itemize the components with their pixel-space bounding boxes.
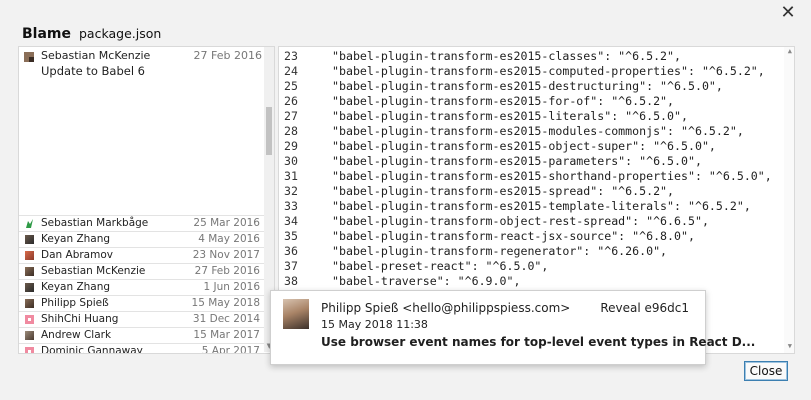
avatar-icon xyxy=(25,331,34,340)
blame-date: 1 Jun 2016 xyxy=(203,281,260,293)
line-number: 30 xyxy=(284,154,298,168)
blame-date: 31 Dec 2014 xyxy=(192,313,260,325)
reveal-commit-link[interactable]: Reveal e96dc1 xyxy=(600,301,689,315)
code-text: "babel-plugin-transform-object-rest-spre… xyxy=(332,214,709,228)
dialog-title-label: Blame xyxy=(22,26,71,42)
blame-date: 4 May 2016 xyxy=(198,233,260,245)
code-scrollbar[interactable]: ▲ ▼ xyxy=(784,47,794,353)
commit-message: Update to Babel 6 xyxy=(41,64,145,78)
code-text: "babel-plugin-transform-es2015-template-… xyxy=(332,199,751,213)
commit-date: 27 Feb 2016 xyxy=(193,49,262,62)
blame-date: 15 May 2018 xyxy=(191,297,260,309)
blame-row[interactable]: Sebastian McKenzie 27 Feb 2016 xyxy=(19,263,264,279)
code-text: "babel-plugin-transform-es2015-spread": … xyxy=(332,184,675,198)
line-number: 34 xyxy=(284,214,298,228)
avatar-icon xyxy=(25,315,34,324)
blame-row[interactable]: Keyan Zhang 1 Jun 2016 xyxy=(19,279,264,295)
blame-date: 15 Mar 2017 xyxy=(193,329,260,341)
line-number: 31 xyxy=(284,169,298,183)
close-button[interactable]: Close xyxy=(744,361,788,381)
blame-row[interactable]: Keyan Zhang 4 May 2016 xyxy=(19,231,264,247)
commit-author: Sebastian McKenzie xyxy=(41,49,151,62)
code-text: "babel-plugin-transform-es2015-computed-… xyxy=(332,64,765,78)
blame-author: Sebastian Markbåge xyxy=(41,217,149,229)
blame-author: Keyan Zhang xyxy=(41,281,111,293)
avatar-icon xyxy=(25,251,34,260)
tooltip-subject: Use browser event names for top-level ev… xyxy=(321,335,756,349)
line-number: 35 xyxy=(284,229,298,243)
avatar xyxy=(283,299,309,329)
line-number: 28 xyxy=(284,124,298,138)
code-text: "babel-plugin-transform-es2015-literals"… xyxy=(332,109,688,123)
blame-author: Keyan Zhang xyxy=(41,233,111,245)
line-number: 36 xyxy=(284,244,298,258)
blame-date: 23 Nov 2017 xyxy=(192,249,260,261)
code-text: "babel-plugin-transform-es2015-classes":… xyxy=(332,49,682,63)
line-number: 24 xyxy=(284,64,298,78)
avatar-icon xyxy=(25,283,34,292)
scroll-down-icon[interactable]: ▼ xyxy=(788,342,792,350)
line-number: 23 xyxy=(284,49,298,63)
avatar-icon xyxy=(24,52,34,62)
blame-author: Dominic Gannaway xyxy=(41,345,143,354)
blame-date: 25 Mar 2016 xyxy=(193,217,260,229)
line-number: 29 xyxy=(284,139,298,153)
avatar-icon xyxy=(25,267,34,276)
scroll-up-icon[interactable]: ▲ xyxy=(788,47,792,55)
code-text: "babel-plugin-transform-es2015-parameter… xyxy=(332,154,702,168)
avatar-icon xyxy=(26,219,33,228)
code-text: "babel-preset-react": "^6.5.0", xyxy=(332,259,549,273)
avatar-icon xyxy=(25,235,34,244)
blame-row[interactable]: Sebastian Markbåge 25 Mar 2016 xyxy=(19,215,264,231)
blame-row[interactable]: Dan Abramov 23 Nov 2017 xyxy=(19,247,264,263)
code-text: "babel-plugin-transform-react-jsx-source… xyxy=(332,229,695,243)
blame-pane[interactable]: Sebastian McKenzie 27 Feb 2016 Update to… xyxy=(18,46,275,354)
blame-author: Dan Abramov xyxy=(41,249,113,261)
blame-author: Philipp Spieß xyxy=(41,297,109,309)
code-text: "babel-plugin-transform-es2015-object-su… xyxy=(332,139,716,153)
blame-row[interactable]: Andrew Clark 15 Mar 2017 xyxy=(19,327,264,343)
blame-author: ShihChi Huang xyxy=(41,313,119,325)
line-number: 32 xyxy=(284,184,298,198)
tooltip-author: Philipp Spieß <hello@philippspiess.com> xyxy=(321,301,571,315)
avatar-icon xyxy=(25,347,34,353)
code-text: "babel-plugin-transform-es2015-destructu… xyxy=(332,79,723,93)
blame-date: 5 Apr 2017 xyxy=(201,345,260,354)
close-icon[interactable]: ✕ xyxy=(779,4,797,22)
line-number: 37 xyxy=(284,259,298,273)
code-text: "babel-plugin-transform-es2015-modules-c… xyxy=(332,124,744,138)
line-number: 33 xyxy=(284,199,298,213)
dialog-title: Blame package.json xyxy=(22,26,161,46)
line-number: 27 xyxy=(284,109,298,123)
blame-first-commit[interactable]: Sebastian McKenzie 27 Feb 2016 Update to… xyxy=(19,47,264,215)
line-number: 26 xyxy=(284,94,298,108)
line-number: 38 xyxy=(284,274,298,288)
blame-row[interactable]: ShihChi Huang 31 Dec 2014 xyxy=(19,311,264,327)
blame-author: Sebastian McKenzie xyxy=(41,265,146,277)
blame-author: Andrew Clark xyxy=(41,329,112,341)
code-text: "babel-plugin-transform-regenerator": "^… xyxy=(332,244,668,258)
blame-list: Sebastian Markbåge 25 Mar 2016 Keyan Zha… xyxy=(19,215,264,354)
commit-tooltip: Philipp Spieß <hello@philippspiess.com> … xyxy=(270,290,755,365)
avatar-icon xyxy=(25,299,34,308)
file-name: package.json xyxy=(79,26,162,41)
tooltip-date: 15 May 2018 11:38 xyxy=(321,318,428,331)
code-text: "babel-traverse": "^6.9.0", xyxy=(332,274,521,288)
blame-row[interactable]: Dominic Gannaway 5 Apr 2017 xyxy=(19,343,264,354)
blame-date: 27 Feb 2016 xyxy=(194,265,260,277)
line-number: 25 xyxy=(284,79,298,93)
code-text: "babel-plugin-transform-es2015-for-of": … xyxy=(332,94,675,108)
code-text: "babel-plugin-transform-es2015-shorthand… xyxy=(332,169,772,183)
scrollbar-thumb[interactable] xyxy=(266,107,272,155)
blame-row[interactable]: Philipp Spieß 15 May 2018 xyxy=(19,295,264,311)
